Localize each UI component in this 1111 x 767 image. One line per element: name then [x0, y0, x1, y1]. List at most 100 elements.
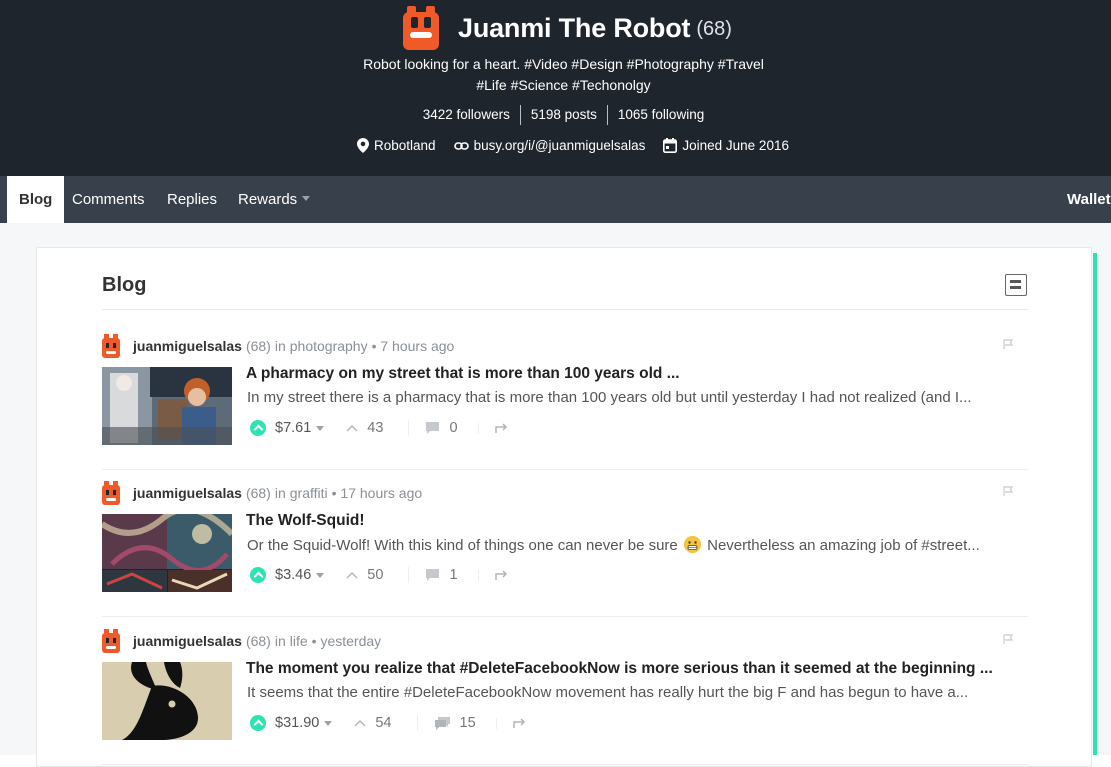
excerpt-text: Or the Squid-Wolf! With this kind of thi…: [247, 537, 678, 554]
post-header: juanmiguelsalas (68) in photography • 7 …: [102, 333, 454, 359]
comment-icon: [426, 569, 440, 581]
profile-tabs: Blog Comments Replies Rewards Wallet: [0, 176, 1111, 223]
tab-replies[interactable]: Replies: [167, 176, 217, 223]
excerpt-text: Nevertheless an amazing job of #street..…: [707, 537, 980, 554]
location: Robotland: [357, 138, 436, 153]
reblog-button[interactable]: [477, 569, 518, 581]
posts-count: 5198 posts: [530, 107, 597, 122]
likes[interactable]: 43: [346, 420, 383, 436]
likes-count: 43: [367, 420, 384, 436]
post-category[interactable]: graffiti: [290, 485, 328, 501]
joined-text: Joined June 2016: [682, 138, 789, 153]
post-time[interactable]: • 7 hours ago: [372, 338, 455, 354]
author-avatar-icon[interactable]: [102, 334, 120, 358]
post-title[interactable]: The Wolf-Squid!: [246, 512, 1026, 530]
chevron-down-icon[interactable]: [324, 720, 333, 726]
flag-icon[interactable]: [1003, 339, 1014, 350]
author-name[interactable]: juanmiguelsalas: [133, 633, 242, 649]
chevron-down-icon: [302, 196, 311, 201]
post-excerpt[interactable]: It seems that the entire #DeleteFacebook…: [247, 684, 1025, 701]
post-card: juanmiguelsalas (68) in graffiti • 17 ho…: [102, 470, 1028, 617]
post-card: juanmiguelsalas (68) in photography • 7 …: [102, 323, 1028, 470]
comments-count: 15: [459, 715, 476, 731]
reblog-icon: [494, 422, 507, 433]
chevron-down-icon[interactable]: [316, 425, 325, 431]
likes-count: 50: [367, 567, 384, 583]
comments-icon: [434, 717, 450, 730]
payout-amount[interactable]: $7.61: [275, 420, 311, 436]
author-name[interactable]: juanmiguelsalas: [133, 338, 242, 354]
robot-avatar-icon[interactable]: [403, 6, 439, 50]
grinning-face-icon: [683, 536, 701, 553]
flag-icon[interactable]: [1003, 634, 1014, 645]
bio-line-2: #Life #Science #Techonolgy: [476, 77, 651, 93]
post-category[interactable]: photography: [290, 338, 368, 354]
post-excerpt[interactable]: In my street there is a pharmacy that is…: [247, 389, 1025, 406]
like-chevron-icon: [346, 572, 358, 579]
location-text: Robotland: [374, 138, 436, 153]
author-avatar-icon[interactable]: [102, 481, 120, 505]
post-title[interactable]: A pharmacy on my street that is more tha…: [246, 365, 1026, 383]
feed-divider: [102, 309, 1028, 310]
profile-bio: Robot looking for a heart. #Video #Desig…: [0, 54, 1111, 96]
post-title[interactable]: The moment you realize that #DeleteFaceb…: [246, 660, 1026, 678]
author-name[interactable]: juanmiguelsalas: [133, 485, 242, 501]
upvote-button[interactable]: [250, 567, 266, 583]
post-actions: $31.90 54 15: [250, 712, 536, 734]
profile-title: Juanmi The Robot (68): [403, 6, 732, 50]
followers-count[interactable]: 3422 followers: [413, 104, 520, 126]
profile-meta: Robotland busy.org/i/@juanmiguelsalas Jo…: [0, 138, 1111, 153]
payout-amount[interactable]: $3.46: [275, 567, 311, 583]
profile-stats: 3422 followers 5198 posts 1065 following: [0, 104, 1111, 126]
reblog-icon: [494, 569, 507, 580]
layout-toggle-button[interactable]: [1005, 274, 1027, 296]
like-chevron-icon: [346, 425, 358, 432]
comments[interactable]: 0: [408, 420, 458, 436]
tab-rewards[interactable]: Rewards: [238, 176, 311, 223]
chevron-down-icon[interactable]: [316, 572, 325, 578]
comments[interactable]: 15: [416, 715, 476, 731]
following-count[interactable]: 1065 following: [608, 104, 714, 126]
scroll-accent-bar: [1093, 253, 1097, 755]
website-link[interactable]: busy.org/i/@juanmiguelsalas: [474, 138, 646, 153]
post-category[interactable]: life: [290, 633, 308, 649]
post-actions: $7.61 43 0: [250, 417, 518, 439]
tab-comments[interactable]: Comments: [72, 176, 145, 223]
tab-blog[interactable]: Blog: [7, 176, 65, 223]
author-rep: (68): [245, 633, 271, 649]
likes[interactable]: 54: [354, 715, 392, 731]
comments-count: 0: [449, 420, 458, 436]
tab-wallet[interactable]: Wallet: [1067, 176, 1111, 223]
post-actions: $3.46 50 1: [250, 564, 518, 586]
likes[interactable]: 50: [346, 567, 383, 583]
feed-title: Blog: [102, 274, 147, 296]
post-thumbnail[interactable]: [102, 367, 232, 445]
post-time[interactable]: • yesterday: [312, 633, 382, 649]
post-card: juanmiguelsalas (68) in life • yesterday…: [102, 618, 1028, 765]
reblog-icon: [512, 717, 525, 728]
website[interactable]: busy.org/i/@juanmiguelsalas: [453, 138, 646, 153]
joined-date: Joined June 2016: [663, 138, 789, 153]
post-thumbnail[interactable]: [102, 514, 232, 592]
location-pin-icon: [357, 138, 370, 153]
author-avatar-icon[interactable]: [102, 629, 120, 653]
comments-count: 1: [449, 567, 458, 583]
post-thumbnail[interactable]: [102, 662, 232, 740]
calendar-icon: [663, 138, 678, 153]
link-icon: [453, 141, 469, 150]
post-time[interactable]: • 17 hours ago: [332, 485, 423, 501]
author-rep: (68): [245, 485, 271, 501]
flag-icon[interactable]: [1003, 486, 1014, 497]
likes-count: 54: [375, 715, 392, 731]
reblog-button[interactable]: [477, 422, 518, 434]
comments[interactable]: 1: [408, 567, 458, 583]
post-header: juanmiguelsalas (68) in life • yesterday: [102, 628, 381, 654]
profile-header: Juanmi The Robot (68) Robot looking for …: [0, 0, 1111, 176]
post-excerpt[interactable]: Or the Squid-Wolf! With this kind of thi…: [247, 536, 1025, 554]
blog-feed: Blog juanmiguelsalas (68) in photography…: [36, 247, 1092, 767]
payout-amount[interactable]: $31.90: [275, 715, 319, 731]
reblog-button[interactable]: [495, 717, 536, 729]
upvote-button[interactable]: [250, 420, 266, 436]
in-label: in: [274, 485, 286, 501]
upvote-button[interactable]: [250, 715, 266, 731]
